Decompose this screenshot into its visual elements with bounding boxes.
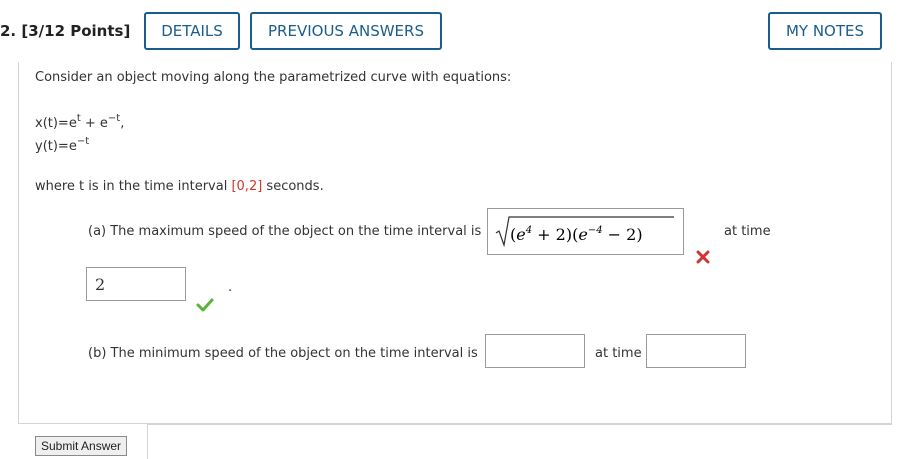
question-label: 2. [3/12 Points] xyxy=(0,22,131,40)
part-a-period: . xyxy=(228,280,233,295)
question-header: 2. [3/12 Points] DETAILS PREVIOUS ANSWER… xyxy=(0,0,900,62)
part-a-at-time-label: at time xyxy=(724,224,771,239)
x-eq-exponent-2: −t xyxy=(107,113,121,124)
part-a-speed-math: (e4 + 2)(e−4 − 2) xyxy=(495,216,674,248)
part-a-speed-answer[interactable]: (e4 + 2)(e−4 − 2) xyxy=(487,208,684,255)
interval-suffix: seconds. xyxy=(262,179,324,194)
part-b-time-answer[interactable] xyxy=(646,334,746,368)
question-body xyxy=(18,62,892,424)
part-a-time-value: 2 xyxy=(95,275,106,294)
x-eq-mid: + e xyxy=(80,116,108,131)
my-notes-button[interactable]: MY NOTES xyxy=(768,12,882,50)
interval-statement: where t is in the time interval [0,2] se… xyxy=(35,179,324,194)
x-eq-exponent-1: t xyxy=(76,113,81,124)
y-eq-exponent: −t xyxy=(76,136,90,147)
part-a-speed-expr: (e4 + 2)(e−4 − 2) xyxy=(510,225,643,244)
x-eq-suffix: , xyxy=(120,116,125,131)
submit-answer-button[interactable]: Submit Answer xyxy=(35,436,128,456)
bottom-panel xyxy=(147,424,892,459)
x-mark-icon xyxy=(696,250,710,264)
checkmark-icon xyxy=(196,298,214,312)
details-button[interactable]: DETAILS xyxy=(144,12,240,50)
part-a-prompt: (a) The maximum speed of the object on t… xyxy=(88,224,482,239)
interval-prefix: where t is in the time interval xyxy=(35,179,232,194)
part-b-speed-answer[interactable] xyxy=(485,334,585,368)
part-b-at-time-label: at time xyxy=(595,346,642,361)
x-eq-prefix: x(t)=e xyxy=(35,116,77,131)
previous-answers-button[interactable]: PREVIOUS ANSWERS xyxy=(250,12,442,50)
y-equation: y(t)=e−t xyxy=(35,136,90,154)
x-equation: x(t)=et + e−t, xyxy=(35,113,125,131)
part-a-time-answer[interactable]: 2 xyxy=(86,267,186,301)
interval-value: [0,2] xyxy=(231,179,263,194)
part-b-prompt: (b) The minimum speed of the object on t… xyxy=(88,346,478,361)
problem-intro: Consider an object moving along the para… xyxy=(35,70,512,85)
y-eq-prefix: y(t)=e xyxy=(35,139,77,154)
